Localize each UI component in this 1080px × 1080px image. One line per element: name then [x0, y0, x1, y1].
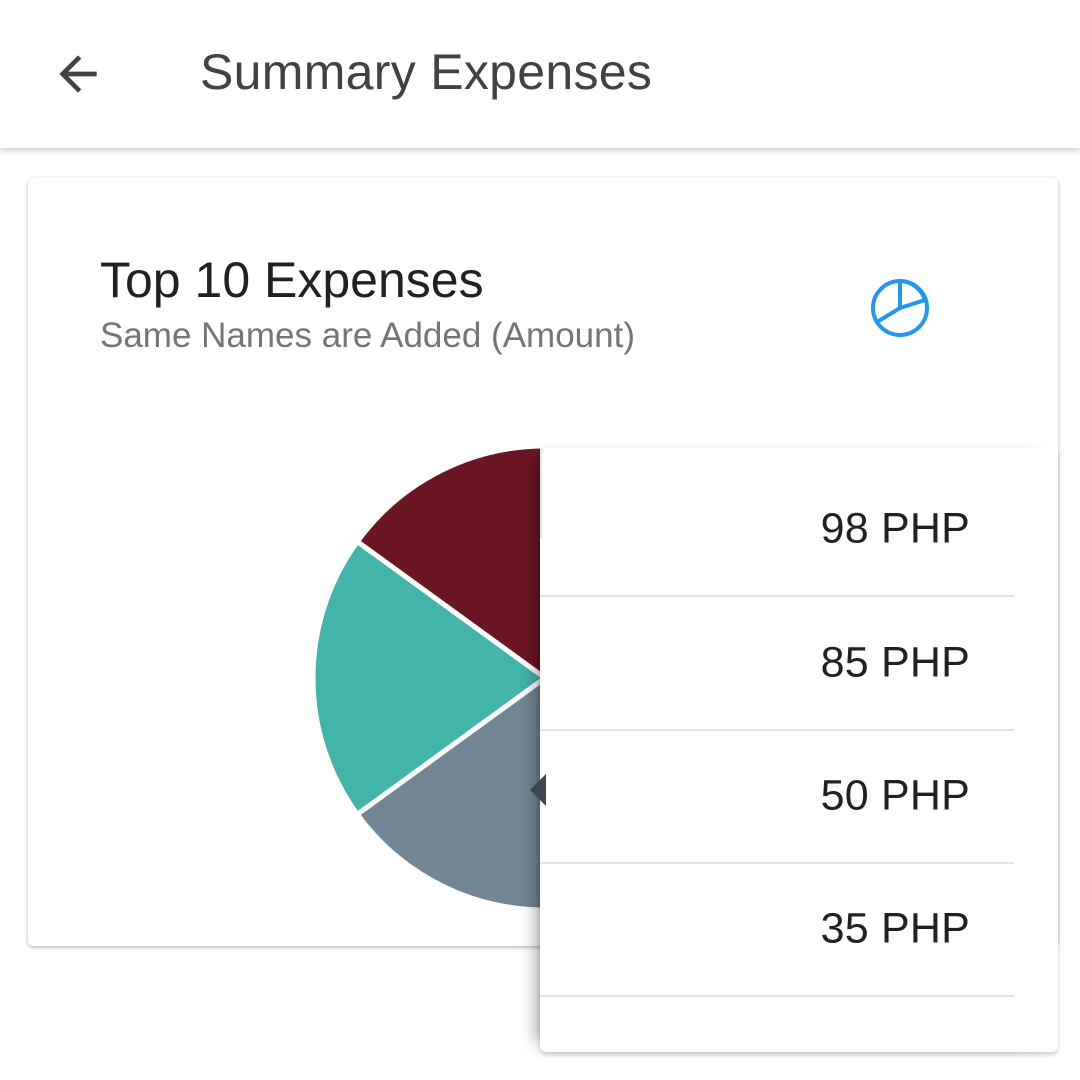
list-item[interactable]: 98 PHP	[540, 462, 1014, 597]
pie-chart-icon	[871, 279, 929, 337]
list-item[interactable]: 35 PHP	[540, 862, 1014, 997]
list-item-amount: 85 PHP	[820, 638, 970, 686]
expense-list-panel: 98 PHP 85 PHP 50 PHP 35 PHP	[530, 448, 1058, 1052]
page-title: Summary Expenses	[200, 44, 653, 100]
card-title: Top 10 Expenses	[100, 252, 484, 308]
list-item-amount: 35 PHP	[820, 904, 970, 952]
chart-toggle-button[interactable]	[860, 268, 940, 348]
card-subtitle: Same Names are Added (Amount)	[100, 316, 635, 355]
list-item[interactable]: 85 PHP	[540, 596, 1014, 731]
app-bar: Summary Expenses	[0, 0, 1080, 148]
arrow-back-icon	[59, 55, 97, 93]
list-item-amount: 50 PHP	[820, 771, 970, 819]
back-button[interactable]	[40, 36, 116, 112]
list-item-amount: 98 PHP	[820, 504, 970, 552]
list-item[interactable]: 50 PHP	[540, 729, 1014, 864]
